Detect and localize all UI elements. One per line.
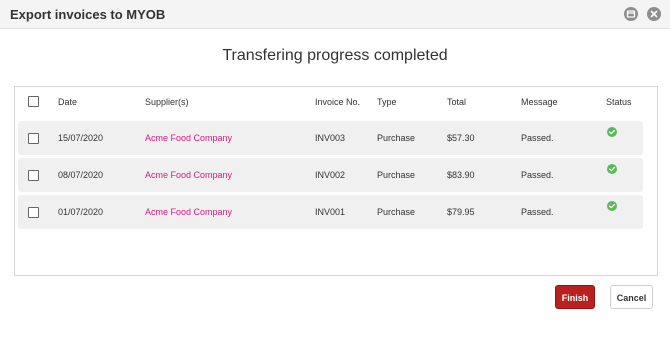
row-invoice-number: INV001 [315, 207, 346, 217]
close-icon[interactable] [647, 7, 661, 21]
row-type: Purchase [377, 207, 416, 217]
finish-button[interactable]: Finish [555, 285, 595, 309]
grid-header: Date Supplier(s) Invoice No. Type Total … [15, 87, 657, 117]
row-type: Purchase [377, 170, 416, 180]
row-total: $83.90 [447, 170, 475, 180]
row-checkbox[interactable] [28, 207, 39, 218]
cancel-button[interactable]: Cancel [610, 285, 653, 309]
column-header-date[interactable]: Date [58, 97, 77, 107]
table-row[interactable]: 08/07/2020 Acme Food Company INV002 Purc… [18, 158, 643, 192]
restore-icon[interactable] [624, 7, 638, 21]
column-header-status[interactable]: Status [606, 97, 632, 107]
row-checkbox[interactable] [28, 133, 39, 144]
row-message: Passed. [521, 170, 554, 180]
row-message: Passed. [521, 207, 554, 217]
row-date: 15/07/2020 [58, 133, 104, 143]
row-supplier-link[interactable]: Acme Food Company [145, 133, 232, 143]
row-date: 01/07/2020 [58, 207, 104, 217]
table-row[interactable]: 15/07/2020 Acme Food Company INV003 Purc… [18, 121, 643, 155]
row-message: Passed. [521, 133, 554, 143]
column-header-total[interactable]: Total [447, 97, 466, 107]
check-circle-icon [607, 164, 617, 174]
column-header-type[interactable]: Type [377, 97, 397, 107]
row-date: 08/07/2020 [58, 170, 104, 180]
row-supplier-link[interactable]: Acme Food Company [145, 207, 232, 217]
select-all-checkbox[interactable] [28, 96, 39, 107]
row-invoice-number: INV002 [315, 170, 346, 180]
check-circle-icon [607, 127, 617, 137]
row-invoice-number: INV003 [315, 133, 346, 143]
title-bar: Export invoices to MYOB [0, 0, 670, 29]
invoice-grid: Date Supplier(s) Invoice No. Type Total … [14, 86, 658, 276]
column-header-invoice[interactable]: Invoice No. [315, 97, 360, 107]
row-total: $57.30 [447, 133, 475, 143]
progress-heading: Transfering progress completed [222, 47, 448, 64]
window-title: Export invoices to MYOB [10, 7, 166, 22]
check-circle-icon [607, 201, 617, 211]
row-total: $79.95 [447, 207, 475, 217]
row-type: Purchase [377, 133, 416, 143]
column-header-message[interactable]: Message [521, 97, 558, 107]
column-header-supplier[interactable]: Supplier(s) [145, 97, 189, 107]
table-row[interactable]: 01/07/2020 Acme Food Company INV001 Purc… [18, 195, 643, 229]
row-checkbox[interactable] [28, 170, 39, 181]
row-supplier-link[interactable]: Acme Food Company [145, 170, 232, 180]
